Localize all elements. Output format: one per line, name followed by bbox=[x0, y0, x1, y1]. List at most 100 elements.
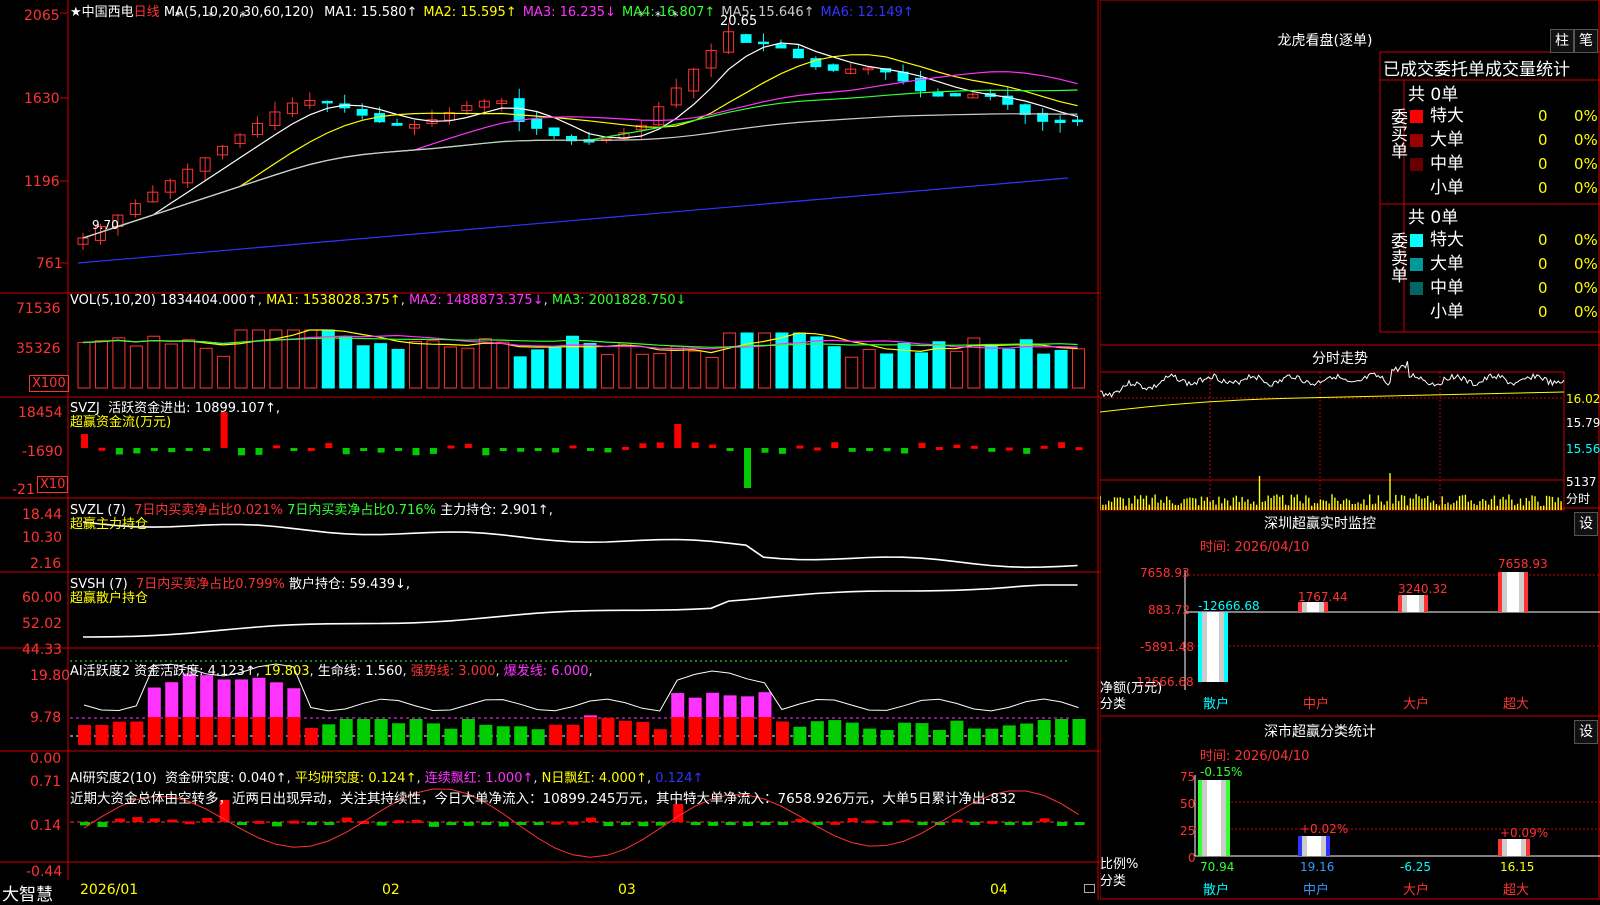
price-tick-3: 1196 bbox=[24, 174, 60, 190]
volume-bar bbox=[356, 345, 370, 389]
cls-bar-super bbox=[1507, 839, 1521, 856]
volume-bar bbox=[1072, 348, 1086, 389]
ai1-bar bbox=[601, 717, 615, 745]
ai2-bar bbox=[149, 818, 160, 822]
flow-bar bbox=[604, 448, 612, 453]
ai1-bar bbox=[1002, 725, 1016, 745]
ai2-bar bbox=[882, 822, 893, 825]
sz-tick-2: 883.72 bbox=[1148, 603, 1190, 617]
cls-cat-2: 中户 bbox=[1303, 883, 1330, 898]
flow-bar bbox=[290, 448, 298, 451]
flow-bar bbox=[552, 448, 560, 453]
low-label: 9.70 bbox=[92, 218, 119, 232]
sz-xlabel: 分类 bbox=[1100, 697, 1127, 712]
buy-orders-label: 委买单 bbox=[1387, 108, 1407, 159]
svzj-tick-2: -1690 bbox=[22, 444, 63, 460]
ai2-bar bbox=[690, 822, 701, 825]
ai2-bar bbox=[638, 822, 649, 827]
ai1-bar bbox=[479, 724, 493, 745]
ai2-bar bbox=[586, 817, 596, 822]
sell-orders-label: 委卖单 bbox=[1387, 232, 1407, 283]
tick-toggle-button[interactable]: 笔 bbox=[1574, 29, 1598, 53]
sell-row-swatch-2 bbox=[1410, 258, 1423, 271]
cls-pct-2: +0.02% bbox=[1300, 822, 1349, 836]
sell-row-swatch-4 bbox=[1410, 306, 1423, 319]
ai2-tick-1: 0.71 bbox=[30, 774, 62, 790]
svzl-tick-3: 2.16 bbox=[30, 556, 62, 572]
sz-bar-large bbox=[1407, 595, 1419, 612]
buy-row-count-4: 0 bbox=[1538, 179, 1548, 197]
flow-bar bbox=[726, 448, 734, 451]
period-label[interactable]: 日线 bbox=[134, 5, 160, 20]
sz-bar-label-3: 3240.32 bbox=[1398, 582, 1448, 596]
flow-bar bbox=[691, 442, 699, 448]
ai2-bar bbox=[900, 819, 911, 823]
flow-bar bbox=[656, 442, 664, 448]
volume-bar bbox=[1054, 349, 1068, 389]
column-toggle-button[interactable]: 柱 bbox=[1550, 29, 1574, 53]
flow-bar bbox=[133, 448, 141, 454]
cls-title: 深市超赢分类统计 bbox=[1264, 724, 1376, 740]
flow-bar bbox=[901, 448, 909, 454]
ai1-bar bbox=[549, 724, 563, 745]
volume-bar bbox=[374, 343, 388, 389]
ai1-bar bbox=[1072, 719, 1086, 745]
intraday-tick-3: 15.56 bbox=[1566, 442, 1600, 456]
lock-icon[interactable] bbox=[1084, 884, 1095, 893]
price-header: ★中国西电日线 MA(5,10,20,30,60,120) MA1: 15.58… bbox=[70, 1, 914, 20]
ai1-bar bbox=[758, 717, 772, 745]
sz-settings-button[interactable]: 设 bbox=[1574, 512, 1598, 536]
vol-ma3-line bbox=[82, 337, 1078, 348]
flow-bar bbox=[778, 448, 786, 454]
volume-bar bbox=[688, 350, 702, 389]
vol-ma1-line bbox=[82, 329, 1078, 354]
flow-bar bbox=[866, 448, 874, 451]
flow-bar bbox=[203, 448, 211, 451]
flow-bar bbox=[307, 447, 315, 451]
star-icon[interactable]: ★ bbox=[70, 5, 82, 20]
date-tick-1: 2026/01 bbox=[80, 882, 139, 898]
intraday-tick-2: 15.79 bbox=[1566, 416, 1600, 430]
buy-row-swatch-2 bbox=[1410, 134, 1423, 147]
cls-settings-button[interactable]: 设 bbox=[1574, 720, 1598, 744]
ai2-bar bbox=[1004, 822, 1015, 825]
buy-row-name-4: 小单 bbox=[1430, 178, 1464, 198]
ai1-bar bbox=[810, 721, 824, 745]
ma-value-2: MA2: 15.595↑ bbox=[423, 5, 517, 20]
chart-svg[interactable]: * * * * * * bbox=[0, 0, 1100, 900]
flow-bar bbox=[81, 434, 88, 448]
ma4-line bbox=[82, 89, 1078, 239]
ai2-bar bbox=[847, 818, 858, 822]
ai1-bar bbox=[706, 717, 720, 745]
sz-tick-3: -5891.48 bbox=[1140, 640, 1194, 654]
flow-bar bbox=[98, 447, 106, 451]
sz-bar-retail bbox=[1207, 612, 1219, 682]
ai1-bar bbox=[409, 719, 423, 745]
sell-row-pct-3: 0% bbox=[1574, 279, 1598, 297]
ai2-bar bbox=[463, 822, 474, 826]
ai2-bar bbox=[568, 821, 579, 825]
svzl-tick-2: 10.30 bbox=[22, 530, 63, 546]
sell-row-pct-4: 0% bbox=[1574, 303, 1598, 321]
svsh-tick-1: 60.00 bbox=[22, 590, 63, 606]
volume-bar bbox=[705, 357, 719, 389]
brand-label[interactable]: 大智慧 bbox=[2, 880, 53, 905]
intraday-avg-line bbox=[1100, 391, 1565, 413]
ai1-bar bbox=[95, 724, 109, 745]
chart-area[interactable]: * * * * * * ★中国西电日线 MA(5,10,20,30,60,120) MA1… bbox=[0, 0, 1100, 905]
ai1-bar bbox=[252, 717, 266, 745]
sz-cat-4: 超大 bbox=[1503, 697, 1530, 712]
volume-bar bbox=[182, 339, 196, 389]
ai2-bar bbox=[289, 820, 300, 824]
ai1-bar bbox=[514, 726, 528, 745]
intraday-tick-4: 5137 bbox=[1566, 475, 1597, 489]
stock-name[interactable]: 中国西电 bbox=[82, 5, 134, 20]
intraday-frame bbox=[1100, 371, 1565, 511]
cls-value-3: -6.25 bbox=[1400, 860, 1432, 874]
ai1-bar bbox=[287, 688, 301, 717]
volume-bar bbox=[740, 332, 754, 389]
intraday-tick-1: 16.02 bbox=[1566, 392, 1600, 406]
ai2-bar bbox=[603, 822, 614, 827]
ai1-bar bbox=[461, 719, 475, 745]
sz-bar-label-1: -12666.68 bbox=[1198, 599, 1260, 613]
